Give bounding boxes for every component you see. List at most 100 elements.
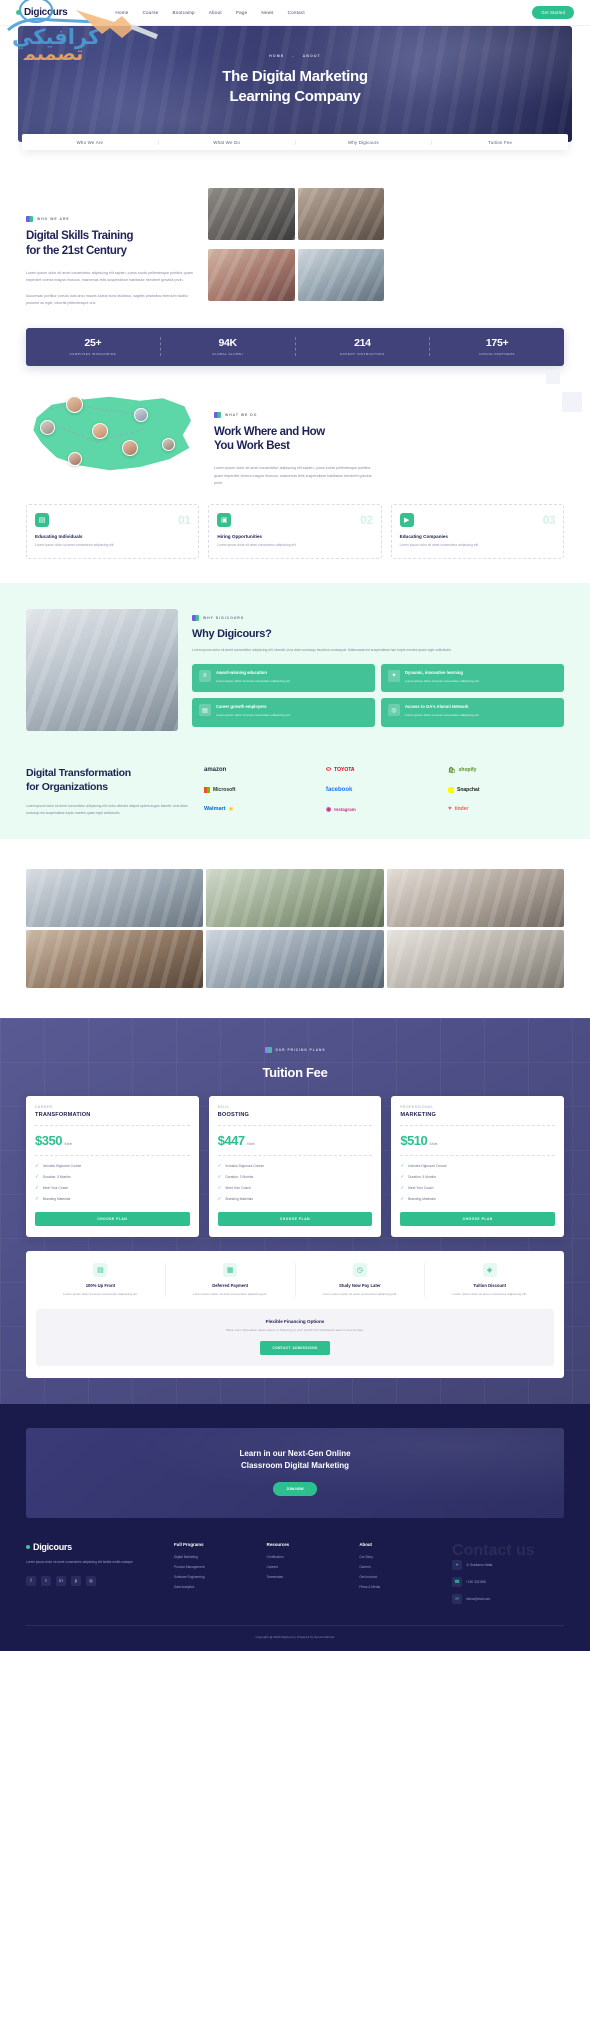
plan-feature: ✓ Includes Digicours Course bbox=[35, 1163, 190, 1169]
contact-admissions-button[interactable]: CONTACT ADMISSIONS bbox=[260, 1341, 330, 1356]
tab-why-digicours[interactable]: Why Digicours bbox=[296, 139, 433, 145]
get-started-button[interactable]: Get Started bbox=[532, 6, 574, 19]
financing-option[interactable]: ▤ 100% Up Front Lorem ipsum dolor sit am… bbox=[36, 1262, 166, 1297]
nav-item-news[interactable]: News bbox=[261, 10, 273, 15]
check-icon: ✓ bbox=[400, 1173, 405, 1179]
choose-plan-button[interactable]: CHOOSE PLAN bbox=[35, 1211, 190, 1226]
join-now-button[interactable]: JOIN NOW bbox=[273, 1481, 317, 1496]
nav-item-course[interactable]: Course bbox=[142, 10, 158, 15]
footer-link[interactable]: Software Engineering bbox=[174, 1575, 255, 1579]
stat-alumni-label: GLOBAL ALUMNI bbox=[212, 352, 244, 356]
map-avatar-5 bbox=[122, 439, 138, 456]
tab-tuition-fee[interactable]: Tuition Fee bbox=[432, 140, 568, 145]
mail-icon: ✉ bbox=[452, 1593, 463, 1604]
plan-price-period: / Month bbox=[429, 1141, 438, 1146]
plan-price-value: $510 bbox=[400, 1132, 428, 1148]
stat-instructors-value: 214 bbox=[354, 337, 371, 349]
contact-email[interactable]: ✉ hellos@mail.com bbox=[452, 1593, 564, 1604]
card-title: Educating Companies bbox=[399, 533, 448, 539]
logo[interactable]: Digicours bbox=[16, 7, 68, 18]
footer-copyright: Copyright @ 2023 Digicours | Powered by … bbox=[26, 1624, 564, 1639]
pricing-card-skill[interactable]: SKILL BOOSTING $447/ Month ✓ Includes Dig… bbox=[208, 1095, 382, 1237]
feature-card[interactable]: ▤ Career growth employers Lorem ipsum do… bbox=[192, 698, 375, 727]
footer-logo-text: Digicours bbox=[33, 1541, 72, 1552]
brand-logo-instagram: ◉ Instagram bbox=[326, 806, 442, 813]
footer-link[interactable]: Certification bbox=[267, 1555, 348, 1559]
walmart-spark-icon: ✳ bbox=[228, 806, 234, 813]
numbered-card[interactable]: ▤ 01 Educating Individuals Lorem ipsum d… bbox=[26, 503, 200, 560]
map-avatar-7 bbox=[162, 437, 175, 451]
divider bbox=[400, 1124, 556, 1126]
plan-feature: ✓ Includes Digicours Course bbox=[400, 1163, 555, 1169]
check-icon: ✓ bbox=[35, 1173, 39, 1179]
instagram-icon[interactable]: ◎ bbox=[86, 1575, 96, 1586]
instagram-icon: ◉ bbox=[326, 806, 332, 813]
divider bbox=[217, 1124, 373, 1126]
hero-banner: HOME - ABOUT The Digital Marketing Learnin… bbox=[18, 26, 572, 142]
contact-address-text: Jl. Soekarno Hatta bbox=[466, 1562, 493, 1567]
footer-link[interactable]: Our Story bbox=[359, 1555, 440, 1559]
footer-link[interactable]: Get Involved bbox=[359, 1575, 440, 1579]
what-copy: Lorem ipsum dolor sit amet consectetur a… bbox=[214, 465, 380, 487]
facebook-icon[interactable]: f bbox=[26, 1575, 36, 1586]
tab-who-we-are[interactable]: Who We Are bbox=[22, 139, 159, 145]
contact-phone[interactable]: ☎ +150 333 888 bbox=[452, 1576, 564, 1587]
why-digicours-section: WHY DIGICOURS Why Digicours? Lorem ipsum… bbox=[0, 583, 590, 839]
landing-page: Digicours Home Course Bootcamp About Pag… bbox=[0, 0, 590, 1651]
toyota-logo-text: TOYOTA bbox=[334, 767, 355, 774]
footer-link[interactable]: Careers bbox=[359, 1565, 440, 1569]
pinterest-icon[interactable]: p bbox=[71, 1575, 81, 1586]
location-icon: ⌖ bbox=[452, 1559, 463, 1570]
divider bbox=[217, 1154, 373, 1156]
nav-item-about[interactable]: About bbox=[209, 10, 222, 15]
plan-feature-text: Branding Materials bbox=[408, 1196, 436, 1201]
footer-link[interactable]: Digital Marketing bbox=[174, 1555, 255, 1559]
pricing-card-career[interactable]: CAREER TRANSFORMATION $350/ Month ✓ Inclu… bbox=[26, 1095, 199, 1237]
tab-what-we-do[interactable]: What We Do bbox=[159, 139, 296, 145]
footer-link[interactable]: Teammates bbox=[267, 1575, 348, 1579]
plan-feature-text: Duration: 3 Months bbox=[408, 1174, 436, 1179]
facebook-logo-text: facebook bbox=[326, 786, 353, 793]
map-avatar-1 bbox=[66, 395, 83, 413]
card-title: Hiring Opportunities bbox=[217, 533, 262, 539]
choose-plan-button[interactable]: CHOOSE PLAN bbox=[400, 1211, 556, 1226]
financing-option[interactable]: ▦ Deferred Payment Lorem ipsum dolor sit… bbox=[166, 1262, 296, 1297]
who-eyebrow-label: WHO WE ARE bbox=[37, 217, 70, 221]
who-photo-grid bbox=[208, 188, 384, 308]
nav-item-page[interactable]: Page bbox=[236, 10, 248, 15]
nav-item-home[interactable]: Home bbox=[115, 10, 128, 15]
pricing-card-professional[interactable]: PROFESSIONAL MARKETING $510/ Month ✓ Incl… bbox=[391, 1095, 565, 1237]
gallery-grid bbox=[0, 839, 590, 1018]
decor-square-2 bbox=[562, 391, 582, 412]
financing-option[interactable]: ◈ Tuition Discount Lorem ipsum dolor sit… bbox=[425, 1262, 554, 1297]
footer-link[interactable]: Data Analytics bbox=[174, 1585, 255, 1589]
linkedin-icon[interactable]: in bbox=[56, 1575, 66, 1586]
footer-link[interactable]: Careers bbox=[267, 1565, 348, 1569]
numbered-card[interactable]: ▶ 03 Educating Companies Lorem ipsum dol… bbox=[390, 503, 564, 560]
financing-option[interactable]: ◷ Study Now Pay Later Lorem ipsum dolor … bbox=[296, 1262, 426, 1297]
nav-item-bootcamp[interactable]: Bootcamp bbox=[173, 10, 195, 15]
feature-card[interactable]: ◎ Access to GA's Alumni Network Lorem ip… bbox=[381, 698, 564, 727]
plan-category: SKILL bbox=[217, 1104, 230, 1109]
phone-icon: ☎ bbox=[452, 1576, 463, 1587]
footer-link[interactable]: Product Management bbox=[174, 1565, 255, 1569]
tuition-fee-section: OUR PRICING PLANS Tuition Fee CAREER TRA… bbox=[0, 1017, 590, 1405]
plan-feature-text: Includes Digicours Course bbox=[42, 1163, 82, 1168]
laptop-icon: ▣ bbox=[217, 512, 232, 527]
who-photo-1 bbox=[208, 188, 295, 240]
walmart-logo-text: Walmart bbox=[204, 806, 226, 813]
feature-card[interactable]: ♕ Award-winning education Lorem ipsum do… bbox=[192, 663, 375, 693]
footer-link[interactable]: Press & Media bbox=[359, 1585, 440, 1589]
choose-plan-button[interactable]: CHOOSE PLAN bbox=[217, 1211, 373, 1226]
plan-feature: ✓ Duration: 3 Months bbox=[218, 1174, 373, 1180]
numbered-card[interactable]: ▣ 02 Hiring Opportunities Lorem ipsum do… bbox=[208, 503, 382, 560]
contact-address[interactable]: ⌖ Jl. Soekarno Hatta bbox=[452, 1559, 564, 1570]
stat-campuses-label: CAMPUSES WORLDWIDE bbox=[69, 352, 117, 356]
twitter-icon[interactable]: t bbox=[41, 1575, 51, 1586]
breadcrumb-home[interactable]: HOME bbox=[269, 54, 284, 58]
brands-para: Lorem ipsum dolor sit amet consectetur a… bbox=[26, 804, 188, 816]
nav-item-contact[interactable]: Contact bbox=[288, 10, 305, 15]
brand-logo-shopify: 🛍 shopify bbox=[448, 767, 564, 774]
footer-logo[interactable]: Digicours bbox=[26, 1542, 162, 1552]
feature-card[interactable]: ✦ Dynamic, innovative learning Lorem ips… bbox=[381, 663, 564, 693]
